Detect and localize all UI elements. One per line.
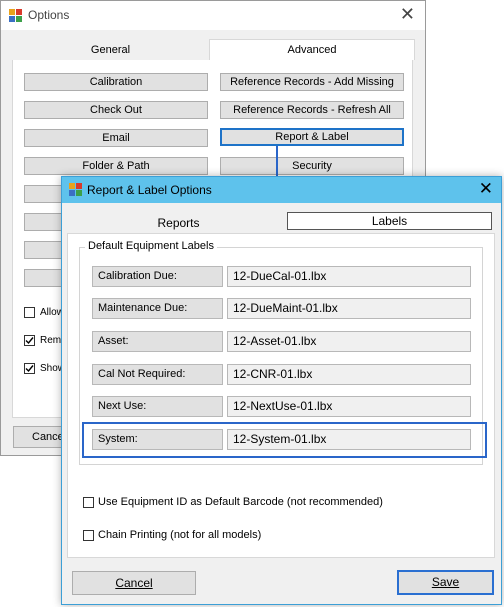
remember-checkbox[interactable] bbox=[24, 335, 35, 346]
reference-records-refresh-all-button[interactable]: Reference Records - Refresh All bbox=[220, 101, 404, 119]
close-icon[interactable]: ✕ bbox=[479, 179, 493, 199]
tab-labels[interactable]: Labels bbox=[287, 212, 492, 230]
report-label-options-window: Report & Label Options ✕ Reports Labels … bbox=[61, 176, 502, 605]
tab-general[interactable]: General bbox=[12, 40, 209, 61]
show-checkbox[interactable] bbox=[24, 363, 35, 374]
email-button[interactable]: Email bbox=[24, 129, 208, 147]
use-equipment-id-checkbox[interactable] bbox=[83, 497, 94, 508]
cal-not-required-label: Cal Not Required: bbox=[92, 364, 223, 385]
calibration-due-field[interactable]: 12-DueCal-01.lbx bbox=[227, 266, 471, 287]
check-out-button[interactable]: Check Out bbox=[24, 101, 208, 119]
maintenance-due-label: Maintenance Due: bbox=[92, 298, 223, 319]
allow-checkbox[interactable] bbox=[24, 307, 35, 318]
report-label-button[interactable]: Report & Label bbox=[220, 128, 404, 146]
close-icon[interactable]: ✕ bbox=[400, 4, 415, 24]
options-title-bar[interactable]: Options ✕ bbox=[1, 1, 425, 30]
checkmark-icon bbox=[25, 337, 34, 345]
options-window-title: Options bbox=[28, 8, 70, 22]
system-label: System: bbox=[92, 429, 223, 450]
calibration-due-label: Calibration Due: bbox=[92, 266, 223, 287]
report-label-title-bar[interactable]: Report & Label Options ✕ bbox=[62, 177, 501, 203]
checkmark-icon bbox=[25, 365, 34, 373]
asset-field[interactable]: 12-Asset-01.lbx bbox=[227, 331, 471, 352]
report-label-window-title: Report & Label Options bbox=[87, 183, 212, 197]
folder-path-button[interactable]: Folder & Path bbox=[24, 157, 208, 175]
chain-printing-label: Chain Printing (not for all models) bbox=[98, 529, 262, 541]
app-logo-icon bbox=[69, 183, 82, 196]
asset-label: Asset: bbox=[92, 331, 223, 352]
group-title: Default Equipment Labels bbox=[85, 240, 217, 252]
use-equipment-id-label: Use Equipment ID as Default Barcode (not… bbox=[98, 496, 383, 508]
system-field[interactable]: 12-System-01.lbx bbox=[227, 429, 471, 450]
chain-printing-checkbox[interactable] bbox=[83, 530, 94, 541]
security-button[interactable]: Security bbox=[220, 157, 404, 175]
cal-not-required-field[interactable]: 12-CNR-01.lbx bbox=[227, 364, 471, 385]
app-logo-icon bbox=[9, 9, 22, 22]
next-use-field[interactable]: 12-NextUse-01.lbx bbox=[227, 396, 471, 417]
next-use-label: Next Use: bbox=[92, 396, 223, 417]
calibration-button[interactable]: Calibration bbox=[24, 73, 208, 91]
cancel-button[interactable]: Cancel bbox=[72, 571, 196, 595]
tab-reports[interactable]: Reports bbox=[70, 213, 287, 233]
reference-records-add-missing-button[interactable]: Reference Records - Add Missing bbox=[220, 73, 404, 91]
tab-advanced[interactable]: Advanced bbox=[209, 39, 415, 60]
maintenance-due-field[interactable]: 12-DueMaint-01.lbx bbox=[227, 298, 471, 319]
save-button[interactable]: Save bbox=[397, 570, 494, 595]
